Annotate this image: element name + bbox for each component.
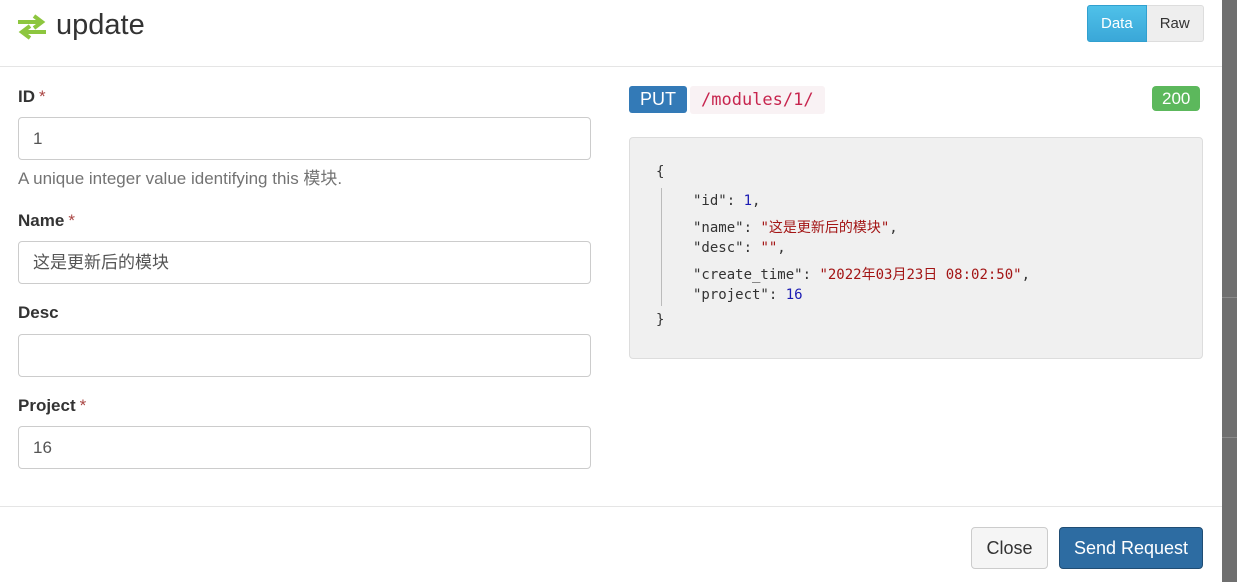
divider <box>1222 297 1237 298</box>
open-brace: { <box>656 164 665 180</box>
divider <box>1222 437 1237 438</box>
project-label: Project * <box>18 396 87 415</box>
json-value: "" <box>760 240 778 256</box>
json-key: "desc" <box>693 240 744 256</box>
response-line: "desc": "", <box>693 240 786 256</box>
id-label: ID * <box>18 87 46 106</box>
name-field-group: Name * 这是更新后的模块 <box>18 210 591 284</box>
data-view-button[interactable]: Data <box>1087 5 1147 42</box>
response-line: "name": "这是更新后的模块", <box>693 219 898 236</box>
modal-header: update Data Raw <box>0 0 1222 67</box>
json-key: "id" <box>693 193 727 209</box>
json-value: "2022年03月23日 08:02:50" <box>819 266 1022 283</box>
required-mark: * <box>39 87 46 106</box>
http-method-badge: PUT <box>629 86 687 113</box>
close-brace: } <box>656 312 665 328</box>
desc-field-group: Desc <box>18 302 591 377</box>
view-toggle: Data Raw <box>1087 5 1204 42</box>
project-input[interactable]: 16 <box>18 426 591 469</box>
json-key: "project" <box>693 287 769 303</box>
raw-view-button[interactable]: Raw <box>1146 5 1204 42</box>
response-line: "project": 16 <box>693 287 803 303</box>
id-field-group: ID * 1 A unique integer value identifying… <box>18 86 591 188</box>
required-mark: * <box>79 396 87 415</box>
json-value: 1 <box>743 193 753 209</box>
response-line: "create_time": "2022年03月23日 08:02:50", <box>693 266 1031 283</box>
json-value: 16 <box>785 287 803 303</box>
status-code-badge: 200 <box>1152 86 1201 111</box>
name-input[interactable]: 这是更新后的模块 <box>18 241 591 284</box>
request-path: /modules/1/ <box>690 86 825 114</box>
desc-input[interactable] <box>18 334 591 377</box>
response-body: { "id": 1, "name": "这是更新后的模块", "desc": "",… <box>629 137 1203 359</box>
transfer-arrows-icon <box>18 14 46 40</box>
required-mark: * <box>68 211 75 230</box>
json-key: "name" <box>693 219 744 236</box>
backdrop-edge <box>1222 0 1237 582</box>
indent-guide <box>661 188 662 306</box>
id-input[interactable]: 1 <box>18 117 591 160</box>
desc-label: Desc <box>18 303 59 322</box>
project-field-group: Project * 16 <box>18 395 591 469</box>
request-modal: update Data Raw ID * 1 A unique integer v… <box>0 0 1222 582</box>
send-request-button[interactable]: Send Request <box>1059 527 1203 569</box>
close-button[interactable]: Close <box>971 527 1048 569</box>
json-value: "这是更新后的模块" <box>760 219 890 236</box>
json-key: "create_time" <box>693 266 803 283</box>
response-line: "id": 1, <box>693 193 761 209</box>
id-help-text: A unique integer value identifying this … <box>18 169 343 188</box>
page-title: update <box>56 9 145 41</box>
name-label: Name * <box>18 211 75 230</box>
